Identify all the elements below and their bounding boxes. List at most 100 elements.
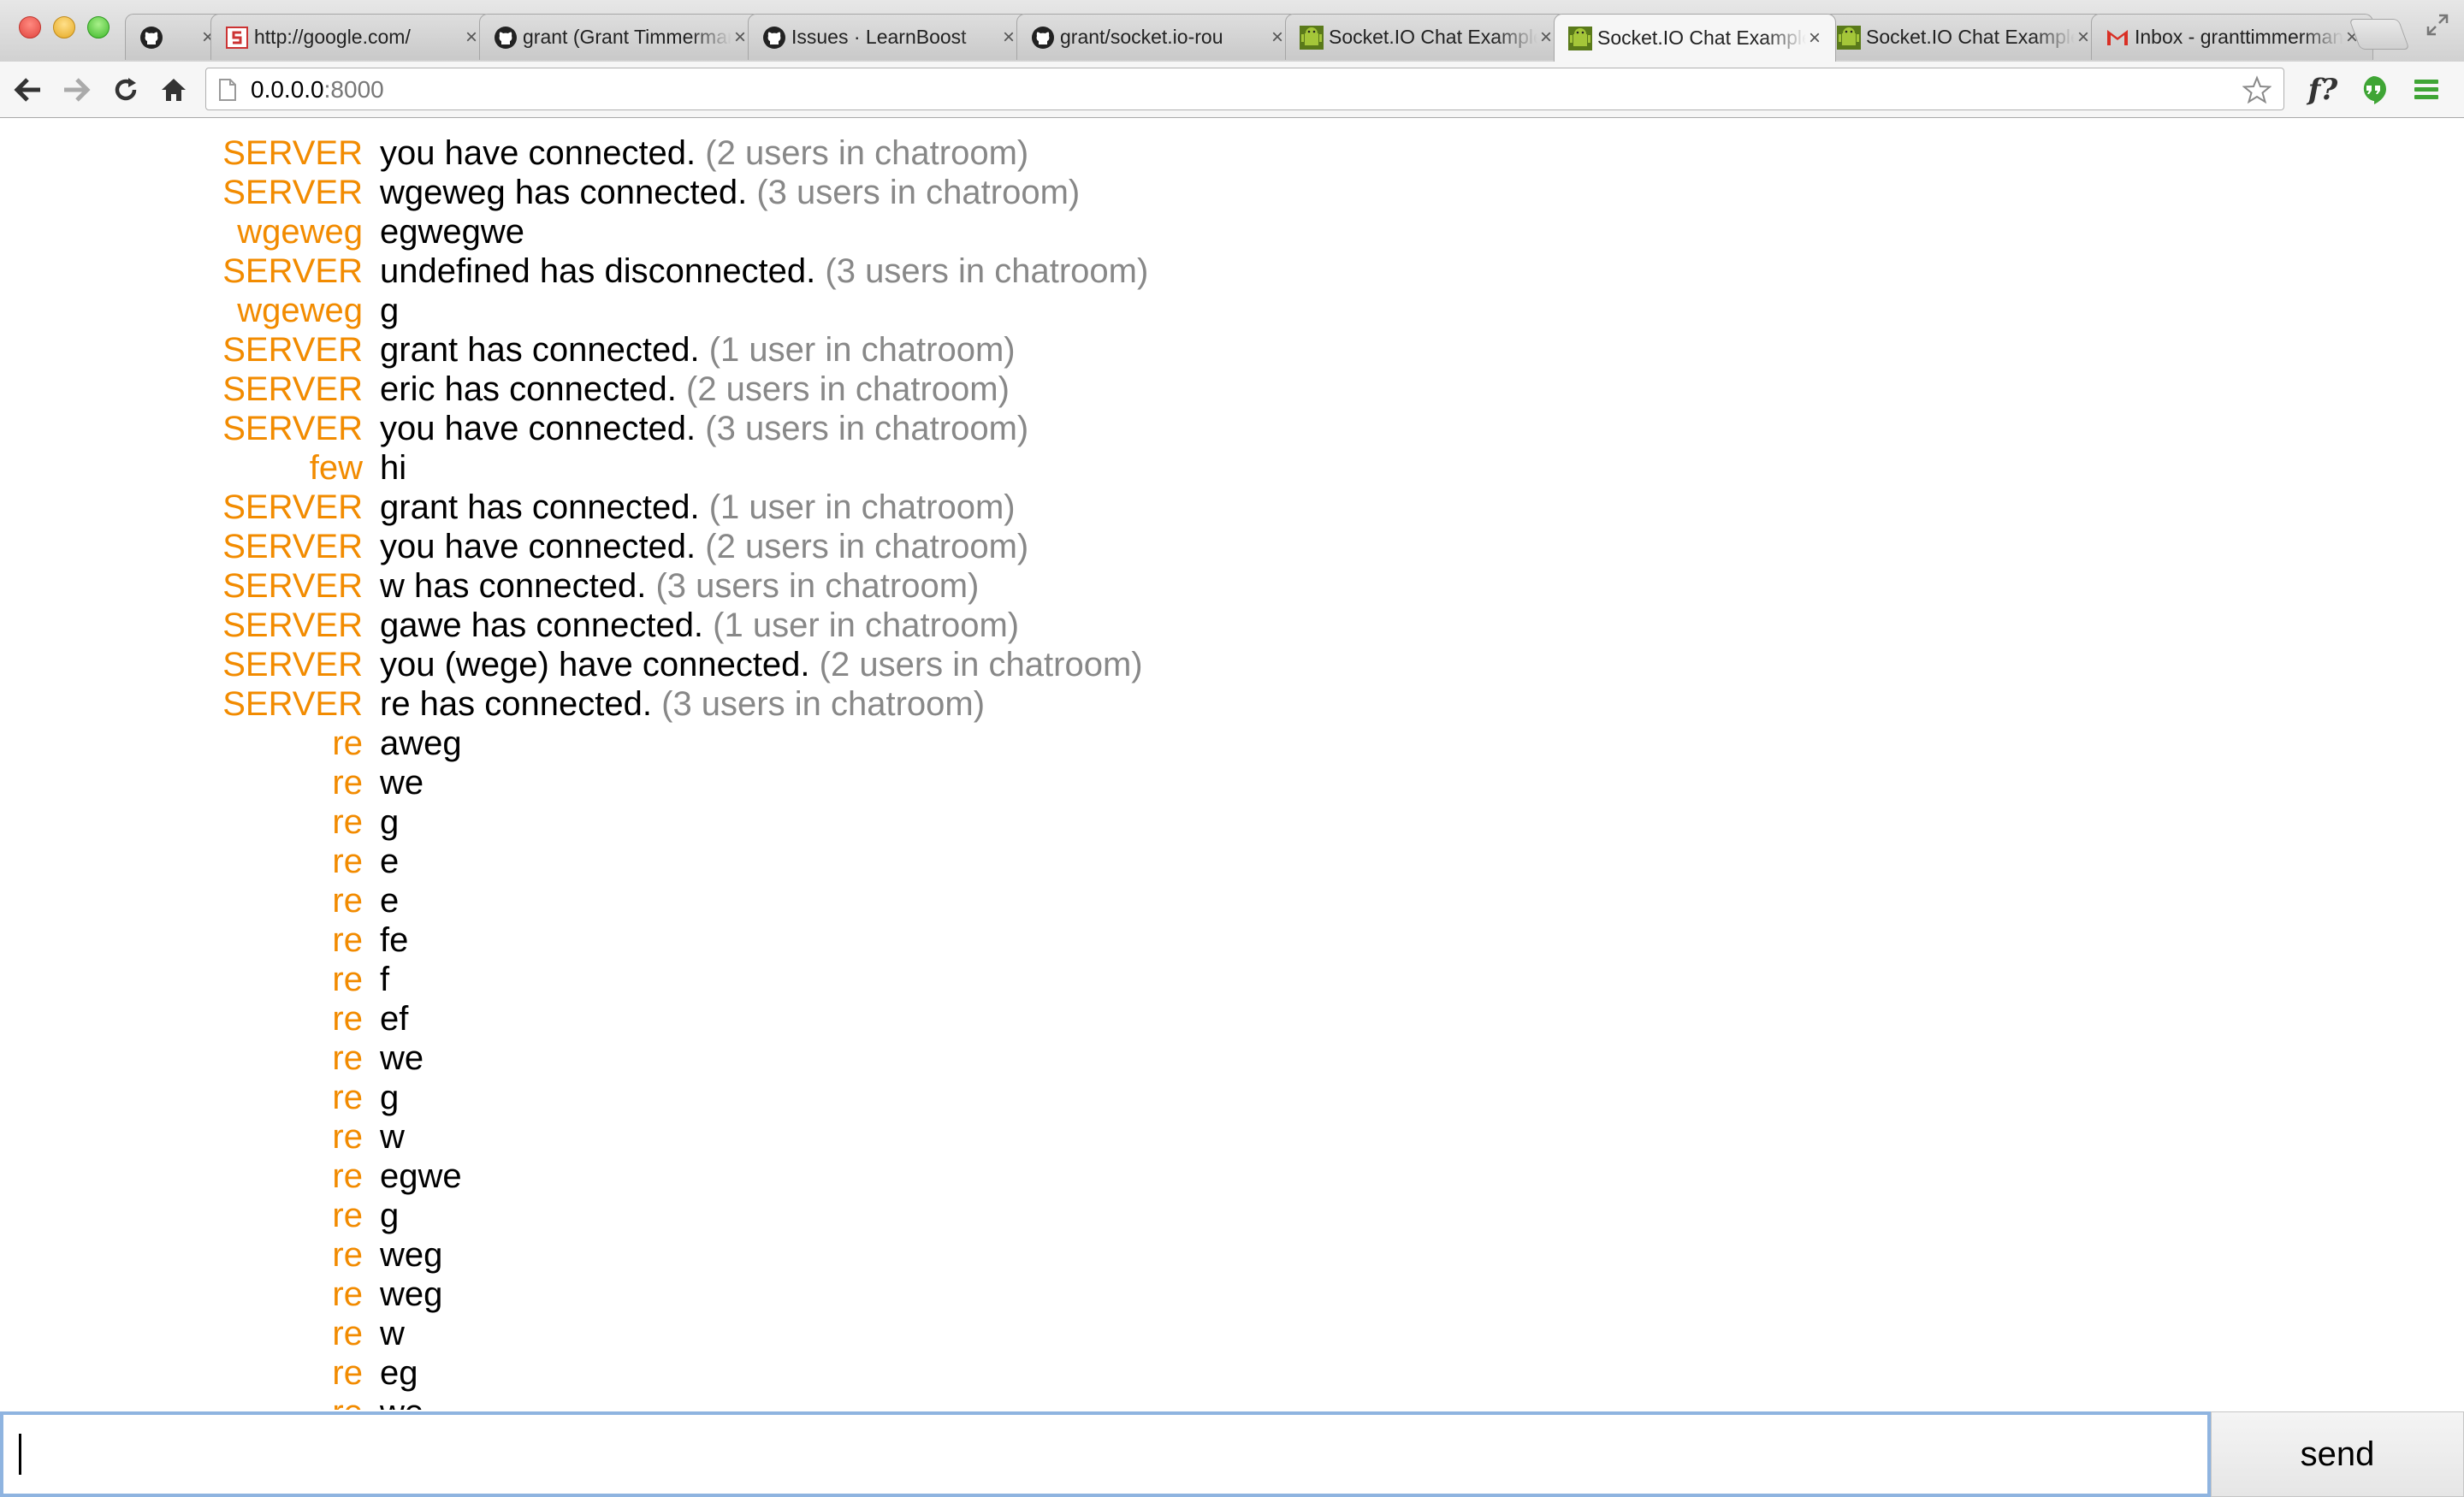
chat-message: re g: [0, 1196, 2464, 1235]
tab-close-icon[interactable]: ×: [1269, 26, 1286, 49]
tab-close-icon[interactable]: ×: [1537, 26, 1555, 49]
message-username: re: [332, 803, 363, 841]
message-status: (3 users in chatroom): [825, 252, 1149, 290]
android-icon: [1837, 25, 1861, 50]
chat-message: re w: [0, 1117, 2464, 1157]
fullscreen-icon[interactable]: [2425, 12, 2450, 38]
browser-tab[interactable]: grant/socket.io-rou ×: [1016, 14, 1299, 60]
message-body: g: [380, 1078, 399, 1117]
message-username: SERVER: [222, 567, 363, 605]
chat-message: re eg: [0, 1353, 2464, 1393]
chat-message: re egwe: [0, 1157, 2464, 1196]
close-window-button[interactable]: [19, 16, 41, 38]
message-body: f: [380, 960, 389, 999]
home-button[interactable]: [157, 74, 190, 106]
message-username: SERVER: [222, 134, 363, 172]
new-tab-button[interactable]: [2348, 19, 2410, 50]
message-text: g: [380, 1197, 400, 1234]
message-username: SERVER: [222, 488, 363, 526]
browser-tab[interactable]: http://google.com/ ×: [210, 14, 493, 60]
chat-message: re e: [0, 881, 2464, 920]
message-body: w: [380, 1314, 405, 1353]
message-username: re: [332, 882, 363, 920]
message-text: w: [380, 1315, 405, 1352]
tab-close-icon[interactable]: ×: [732, 26, 749, 49]
message-text: e: [380, 882, 400, 920]
message-username: re: [332, 1039, 363, 1077]
chat-message: re e: [0, 842, 2464, 881]
browser-tab[interactable]: Socket.IO Chat Example ×: [1285, 14, 1567, 60]
chrome-menu-button[interactable]: [2409, 74, 2443, 106]
android-icon: [1300, 25, 1324, 50]
message-username: re: [332, 725, 363, 762]
message-input[interactable]: [0, 1411, 2211, 1497]
reload-button[interactable]: [110, 74, 142, 106]
message-text: you have connected.: [380, 528, 696, 565]
url-host: 0.0.0.0: [251, 76, 324, 103]
browser-tab[interactable]: Socket.IO Chat Example ×: [1554, 14, 1836, 62]
chat-message: SERVER you (wege) have connected. (2 user…: [0, 645, 2464, 684]
message-username: re: [332, 1079, 363, 1116]
message-text: g: [380, 292, 400, 329]
message-username: re: [332, 1236, 363, 1274]
chat-message: re weg: [0, 1235, 2464, 1275]
message-username: SERVER: [222, 646, 363, 683]
message-body: w has connected. (3 users in chatroom): [380, 566, 979, 606]
message-username: re: [332, 1118, 363, 1156]
hangouts-button[interactable]: [2356, 74, 2390, 106]
zoom-window-button[interactable]: [87, 16, 110, 38]
message-text: we: [380, 1039, 424, 1077]
chat-message: wgeweg egwegwe: [0, 212, 2464, 251]
android-icon: [1568, 26, 1592, 50]
message-text: ef: [380, 1000, 409, 1038]
message-body: we: [380, 763, 424, 802]
message-body: g: [380, 802, 399, 842]
tab-close-icon[interactable]: ×: [2075, 26, 2092, 49]
tab-close-icon[interactable]: ×: [1806, 27, 1823, 50]
tab-close-icon[interactable]: ×: [1000, 26, 1017, 49]
send-button[interactable]: send: [2211, 1411, 2464, 1497]
message-status: (1 user in chatroom): [713, 606, 1020, 644]
message-body: undefined has disconnected. (3 users in …: [380, 251, 1148, 291]
message-username: few: [309, 449, 363, 487]
tab-title: grant (Grant Timmerman): [523, 26, 732, 48]
browser-tab[interactable]: Issues · LearnBoost ×: [748, 14, 1030, 60]
browser-tab[interactable]: Socket.IO Chat Example ×: [1822, 14, 2105, 60]
message-username: SERVER: [222, 252, 363, 290]
message-body: re has connected. (3 users in chatroom): [380, 684, 985, 724]
browser-tab[interactable]: Inbox - granttimmerman ×: [2091, 14, 2373, 60]
chat-message: SERVER w has connected. (3 users in chatr…: [0, 566, 2464, 606]
message-body: g: [380, 1196, 399, 1235]
chat-page: SERVER you have connected. (2 users in ch…: [0, 118, 2464, 1497]
menu-icon: [2414, 80, 2438, 99]
chat-message: re g: [0, 1078, 2464, 1117]
tab-close-icon[interactable]: ×: [463, 26, 480, 49]
chat-message: SERVER grant has connected. (1 user in ch…: [0, 488, 2464, 527]
url-text[interactable]: 0.0.0.0:8000: [251, 77, 384, 103]
chat-message: SERVER you have connected. (2 users in ch…: [0, 133, 2464, 173]
address-bar[interactable]: 0.0.0.0:8000: [205, 68, 2284, 110]
message-text: egwegwe: [380, 213, 525, 251]
forward-button[interactable]: [60, 74, 92, 106]
back-button[interactable]: [12, 74, 44, 106]
bookmark-star-icon[interactable]: [2242, 75, 2272, 104]
home-icon: [162, 79, 186, 101]
message-text: gawe has connected.: [380, 606, 704, 644]
message-text: eric has connected.: [380, 370, 677, 408]
tab-title: Inbox - granttimmerman: [2135, 26, 2343, 48]
browser-tab[interactable]: grant (Grant Timmerman) ×: [479, 14, 761, 60]
chat-message: re f: [0, 960, 2464, 999]
chat-message: rewe: [0, 1038, 2464, 1078]
message-status: (1 user in chatroom): [708, 488, 1016, 526]
message-body: g: [380, 291, 399, 330]
message-body: you (wege) have connected. (2 users in c…: [380, 645, 1143, 684]
message-text: weg: [380, 1236, 443, 1274]
message-username: SERVER: [222, 685, 363, 723]
extension-f-button[interactable]: f?: [2301, 73, 2344, 107]
message-text: you (wege) have connected.: [380, 646, 810, 683]
message-text: e: [380, 843, 400, 880]
message-text: grant has connected.: [380, 331, 700, 369]
message-username: SERVER: [222, 370, 363, 408]
minimize-window-button[interactable]: [53, 16, 75, 38]
message-username: re: [332, 1354, 363, 1392]
